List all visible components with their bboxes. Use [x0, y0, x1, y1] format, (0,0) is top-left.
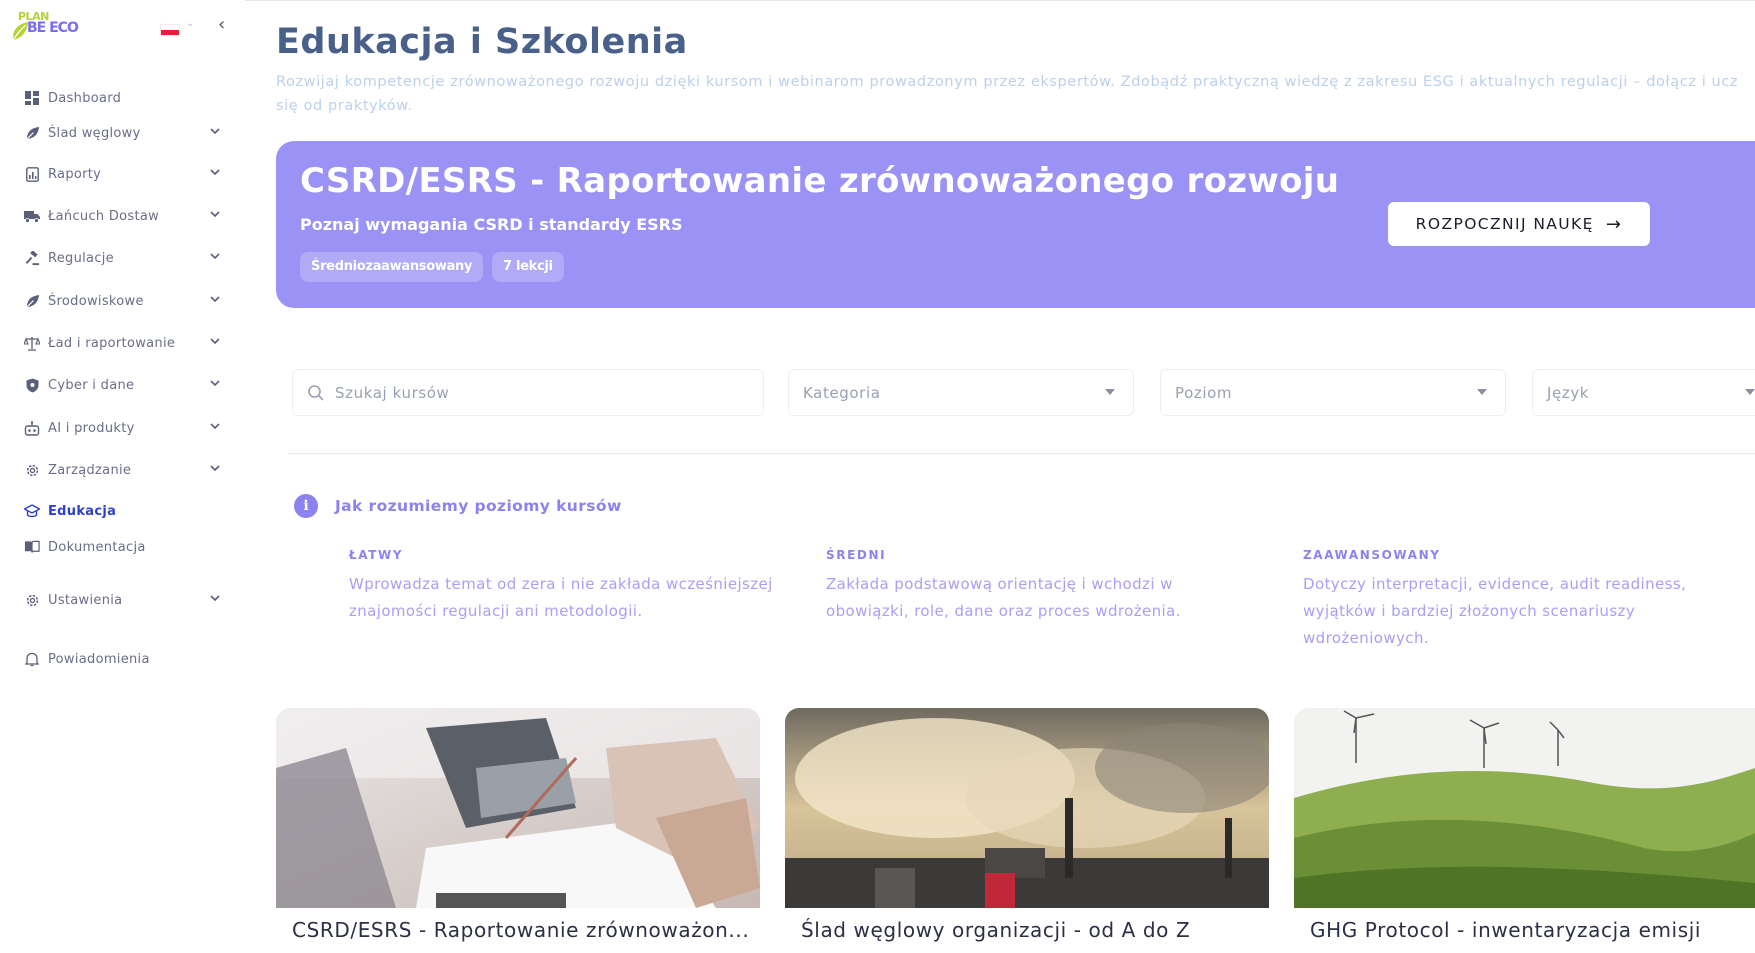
course-title[interactable]: CSRD/ESRS - Raportowanie zrównoważon... [292, 918, 749, 942]
levels-info-title: Jak rozumiemy poziomy kursów [335, 497, 622, 515]
sidebar-item-label: Łańcuch Dostaw [48, 208, 160, 224]
bell-icon [24, 651, 40, 667]
page-description: Rozwijaj kompetencje zrównoważonego rozw… [276, 74, 1739, 114]
category-select-value: Kategoria [803, 383, 881, 402]
sidebar-item-label: Zarządzanie [48, 462, 132, 478]
chevron-down-icon[interactable] [209, 208, 221, 220]
gear-icon [24, 462, 40, 478]
sidebar-item-settings[interactable]: Ustawienia [24, 588, 229, 612]
sidebar: PLAN BE ECO ⌄ ‹ Dashboard Ślad węglowy R… [0, 0, 245, 953]
chevron-down-icon[interactable] [209, 250, 221, 262]
gear-icon [24, 592, 40, 608]
featured-course-banner: CSRD/ESRS - Raportowanie zrównoważonego … [276, 141, 1755, 308]
chevron-down-icon[interactable] [209, 125, 221, 137]
sidebar-item-regulations[interactable]: Regulacje [24, 246, 229, 270]
sidebar-item-label: Ustawienia [48, 592, 123, 608]
grid-icon [24, 90, 40, 106]
brand-logo[interactable]: PLAN BE ECO [8, 10, 88, 44]
course-title[interactable]: Ślad węglowy organizacji - od A do Z [801, 918, 1190, 942]
chevron-down-icon[interactable] [209, 420, 221, 432]
chevron-down-icon[interactable] [209, 335, 221, 347]
language-select[interactable]: Język [1532, 369, 1755, 416]
sidebar-item-label: Dashboard [48, 90, 122, 106]
search-placeholder: Szukaj kursów [335, 383, 450, 402]
sidebar-item-reports[interactable]: Raporty [24, 162, 229, 186]
language-chevron-icon[interactable]: ⌄ [186, 18, 194, 29]
chevron-down-icon[interactable] [209, 462, 221, 474]
sidebar-item-cyber[interactable]: Cyber i dane [24, 373, 229, 397]
collapse-sidebar-icon[interactable]: ‹ [218, 14, 225, 35]
level-name-advanced: ZAAWANSOWANY [1303, 548, 1441, 562]
sidebar-item-label: Raporty [48, 166, 102, 182]
language-flag-pl-icon[interactable] [160, 24, 180, 36]
sidebar-item-label: Edukacja [48, 503, 117, 519]
start-learning-button[interactable]: ROZPOCZNIJ NAUKĘ → [1388, 202, 1650, 246]
search-icon [308, 384, 324, 401]
sidebar-item-notifications[interactable]: Powiadomienia [24, 647, 229, 671]
leaf-icon [24, 293, 40, 309]
gavel-icon [24, 250, 40, 266]
scale-icon [24, 335, 40, 351]
level-name-medium: ŚREDNI [826, 548, 887, 562]
course-title[interactable]: GHG Protocol - inwentaryzacja emisji [1310, 918, 1701, 942]
sidebar-item-ai-products[interactable]: AI i produkty [24, 416, 229, 440]
course-card-image-csrd[interactable] [276, 708, 760, 908]
sidebar-item-label: Powiadomienia [48, 651, 150, 667]
leaf-icon [24, 125, 40, 141]
caret-down-icon [1477, 389, 1487, 395]
info-icon: i [294, 494, 318, 518]
report-icon [24, 166, 40, 182]
search-input[interactable]: Szukaj kursów [292, 369, 764, 416]
featured-course-subtitle: Poznaj wymagania CSRD i standardy ESRS [300, 215, 683, 234]
book-icon [24, 539, 40, 555]
sidebar-item-supply-chain[interactable]: Łańcuch Dostaw [24, 204, 229, 228]
lessons-badge: 7 lekcji [492, 252, 564, 282]
language-select-value: Język [1547, 383, 1590, 402]
level-select[interactable]: Poziom [1160, 369, 1506, 416]
course-card-image-carbon[interactable] [785, 708, 1269, 908]
level-name-easy: ŁATWY [349, 548, 404, 562]
chevron-down-icon[interactable] [209, 592, 221, 604]
sidebar-item-label: AI i produkty [48, 420, 135, 436]
sidebar-item-label: Ład i raportowanie [48, 335, 176, 351]
level-select-value: Poziom [1175, 383, 1233, 402]
chevron-down-icon[interactable] [209, 377, 221, 389]
truck-icon [24, 208, 40, 224]
level-text-advanced: Dotyczy interpretacji, evidence, audit r… [1303, 575, 1687, 647]
sidebar-item-label: Regulacje [48, 250, 114, 266]
graduation-cap-icon [24, 503, 40, 519]
category-select[interactable]: Kategoria [788, 369, 1134, 416]
level-text-medium: Zakłada podstawową orientację i wchodzi … [826, 575, 1181, 620]
arrow-right-icon: → [1605, 213, 1623, 235]
chevron-down-icon[interactable] [209, 166, 221, 178]
top-border [0, 0, 1755, 1]
start-learning-label: ROZPOCZNIJ NAUKĘ [1415, 215, 1594, 233]
sidebar-item-carbon-footprint[interactable]: Ślad węglowy [24, 121, 229, 145]
course-card-image-ghg[interactable] [1294, 708, 1755, 908]
sidebar-item-dashboard[interactable]: Dashboard [24, 86, 229, 110]
shield-icon [24, 377, 40, 393]
sidebar-item-governance[interactable]: Ład i raportowanie [24, 331, 229, 355]
level-badge: Średniozaawansowany [300, 252, 484, 282]
chevron-down-icon[interactable] [209, 293, 221, 305]
caret-down-icon [1105, 389, 1115, 395]
brand-bottom: BE ECO [27, 20, 79, 36]
level-text-easy: Wprowadza temat od zera i nie zakłada wc… [349, 575, 773, 620]
sidebar-item-documentation[interactable]: Dokumentacja [24, 535, 229, 559]
sidebar-item-environmental[interactable]: Środowiskowe [24, 289, 229, 313]
robot-icon [24, 420, 40, 436]
sidebar-item-label: Cyber i dane [48, 377, 135, 393]
featured-course-title: CSRD/ESRS - Raportowanie zrównoważonego … [300, 161, 1340, 201]
sidebar-item-education[interactable]: Edukacja [24, 499, 229, 523]
caret-down-icon [1745, 389, 1755, 395]
sidebar-item-label: Ślad węglowy [48, 125, 141, 141]
page-title: Edukacja i Szkolenia [276, 22, 688, 62]
section-divider [288, 453, 1755, 454]
sidebar-item-label: Dokumentacja [48, 539, 146, 555]
sidebar-item-management[interactable]: Zarządzanie [24, 458, 229, 482]
sidebar-item-label: Środowiskowe [48, 293, 144, 309]
